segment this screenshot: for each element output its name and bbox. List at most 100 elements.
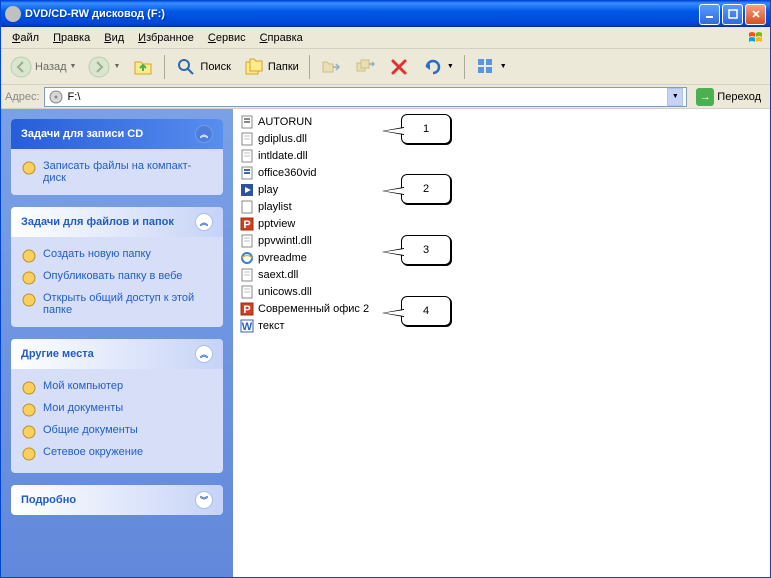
file-item[interactable]: intldate.dll — [237, 147, 766, 164]
file-item[interactable]: P Современный офис 2 — [237, 300, 766, 317]
task-icon — [21, 446, 37, 462]
delete-icon — [388, 56, 410, 78]
file-item[interactable]: office360vid — [237, 164, 766, 181]
address-label: Адрес: — [5, 91, 40, 103]
go-button[interactable]: → Переход — [691, 86, 766, 108]
address-dropdown[interactable]: ▼ — [667, 88, 683, 106]
views-icon — [475, 56, 497, 78]
panel-title: Задачи для файлов и папок — [21, 216, 174, 228]
task-icon — [21, 380, 37, 396]
file-icon — [239, 148, 255, 164]
file-item[interactable]: saext.dll — [237, 266, 766, 283]
search-button[interactable]: Поиск — [170, 53, 235, 81]
panel-title: Другие места — [21, 348, 94, 360]
forward-button[interactable]: ▼ — [83, 53, 125, 81]
file-name: ppvwintl.dll — [258, 235, 312, 247]
file-name: play — [258, 184, 278, 196]
up-button[interactable] — [127, 53, 159, 81]
svg-text:P: P — [243, 304, 250, 316]
task-link[interactable]: Общие документы — [21, 421, 213, 443]
panel-header[interactable]: Другие места ︽ — [11, 339, 223, 369]
address-bar: Адрес: F:\ ▼ → Переход — [1, 85, 770, 109]
task-label: Мой компьютер — [43, 380, 123, 392]
chevron-down-icon: ▼ — [447, 63, 454, 70]
file-item[interactable]: ppvwintl.dll — [237, 232, 766, 249]
file-icon — [239, 284, 255, 300]
minimize-button[interactable] — [699, 4, 720, 25]
explorer-window: DVD/CD-RW дисковод (F:) Файл Правка Вид … — [0, 0, 771, 578]
svg-text:P: P — [243, 219, 250, 231]
move-to-icon — [320, 56, 342, 78]
task-link[interactable]: Мои документы — [21, 399, 213, 421]
task-link[interactable]: Опубликовать папку в вебе — [21, 267, 213, 289]
undo-icon — [422, 56, 444, 78]
file-item[interactable]: pvreadme — [237, 249, 766, 266]
panel-title: Подробно — [21, 494, 76, 506]
file-name: AUTORUN — [258, 116, 312, 128]
file-name: gdiplus.dll — [258, 133, 307, 145]
file-icon — [239, 250, 255, 266]
file-icon — [239, 199, 255, 215]
file-icon — [239, 182, 255, 198]
task-link[interactable]: Сетевое окружение — [21, 443, 213, 465]
task-icon — [21, 270, 37, 286]
maximize-button[interactable] — [722, 4, 743, 25]
collapse-icon[interactable]: ︽ — [195, 213, 213, 231]
task-icon — [21, 292, 37, 308]
file-item[interactable]: unicows.dll — [237, 283, 766, 300]
file-icon — [239, 131, 255, 147]
panel-header[interactable]: Подробно ︾ — [11, 485, 223, 515]
file-item[interactable]: playlist — [237, 198, 766, 215]
task-link[interactable]: Записать файлы на компакт-диск — [21, 157, 213, 187]
file-item[interactable]: play — [237, 181, 766, 198]
forward-icon — [88, 56, 110, 78]
back-button[interactable]: Назад ▼ — [5, 53, 81, 81]
titlebar[interactable]: DVD/CD-RW дисковод (F:) — [1, 1, 770, 27]
task-link[interactable]: Создать новую папку — [21, 245, 213, 267]
back-icon — [10, 56, 32, 78]
task-icon — [21, 248, 37, 264]
copy-to-button[interactable] — [349, 53, 381, 81]
file-list[interactable]: AUTORUN gdiplus.dll intldate.dlloffice360v… — [233, 109, 770, 577]
file-name: saext.dll — [258, 269, 298, 281]
file-item[interactable]: gdiplus.dll — [237, 130, 766, 147]
collapse-icon[interactable]: ︽ — [195, 345, 213, 363]
file-item[interactable]: AUTORUN — [237, 113, 766, 130]
menu-file[interactable]: Файл — [5, 30, 46, 46]
menu-favorites[interactable]: Избранное — [131, 30, 201, 46]
file-item[interactable]: Wтекст — [237, 317, 766, 334]
address-input[interactable]: F:\ ▼ — [44, 87, 688, 107]
file-icon — [239, 267, 255, 283]
move-to-button[interactable] — [315, 53, 347, 81]
window-title: DVD/CD-RW дисковод (F:) — [25, 8, 699, 20]
file-name: pptview — [258, 218, 295, 230]
menu-tools[interactable]: Сервис — [201, 30, 253, 46]
file-name: Современный офис 2 — [258, 303, 369, 315]
chevron-down-icon: ▼ — [500, 63, 507, 70]
task-label: Сетевое окружение — [43, 446, 143, 458]
folders-button[interactable]: Папки — [238, 53, 304, 81]
collapse-icon[interactable]: ︾ — [195, 491, 213, 509]
menu-help[interactable]: Справка — [253, 30, 310, 46]
task-link[interactable]: Мой компьютер — [21, 377, 213, 399]
menubar: Файл Правка Вид Избранное Сервис Справка — [1, 27, 770, 49]
windows-flag-icon — [746, 28, 766, 48]
task-link[interactable]: Открыть общий доступ к этой папке — [21, 289, 213, 319]
undo-button[interactable]: ▼ — [417, 53, 459, 81]
delete-button[interactable] — [383, 53, 415, 81]
collapse-icon[interactable]: ︽ — [195, 125, 213, 143]
panel-body: Мой компьютер Мои документыОбщие документ… — [11, 369, 223, 473]
menu-edit[interactable]: Правка — [46, 30, 97, 46]
task-label: Открыть общий доступ к этой папке — [43, 292, 213, 316]
views-button[interactable]: ▼ — [470, 53, 512, 81]
sidebar-panel: Подробно ︾ — [11, 485, 223, 515]
menu-view[interactable]: Вид — [97, 30, 131, 46]
file-name: pvreadme — [258, 252, 307, 264]
drive-icon — [48, 89, 64, 105]
file-item[interactable]: Ppptview — [237, 215, 766, 232]
file-icon: P — [239, 216, 255, 232]
panel-header[interactable]: Задачи для файлов и папок ︽ — [11, 207, 223, 237]
chevron-down-icon: ▼ — [70, 63, 77, 70]
close-button[interactable] — [745, 4, 766, 25]
panel-header[interactable]: Задачи для записи CD︽ — [11, 119, 223, 149]
